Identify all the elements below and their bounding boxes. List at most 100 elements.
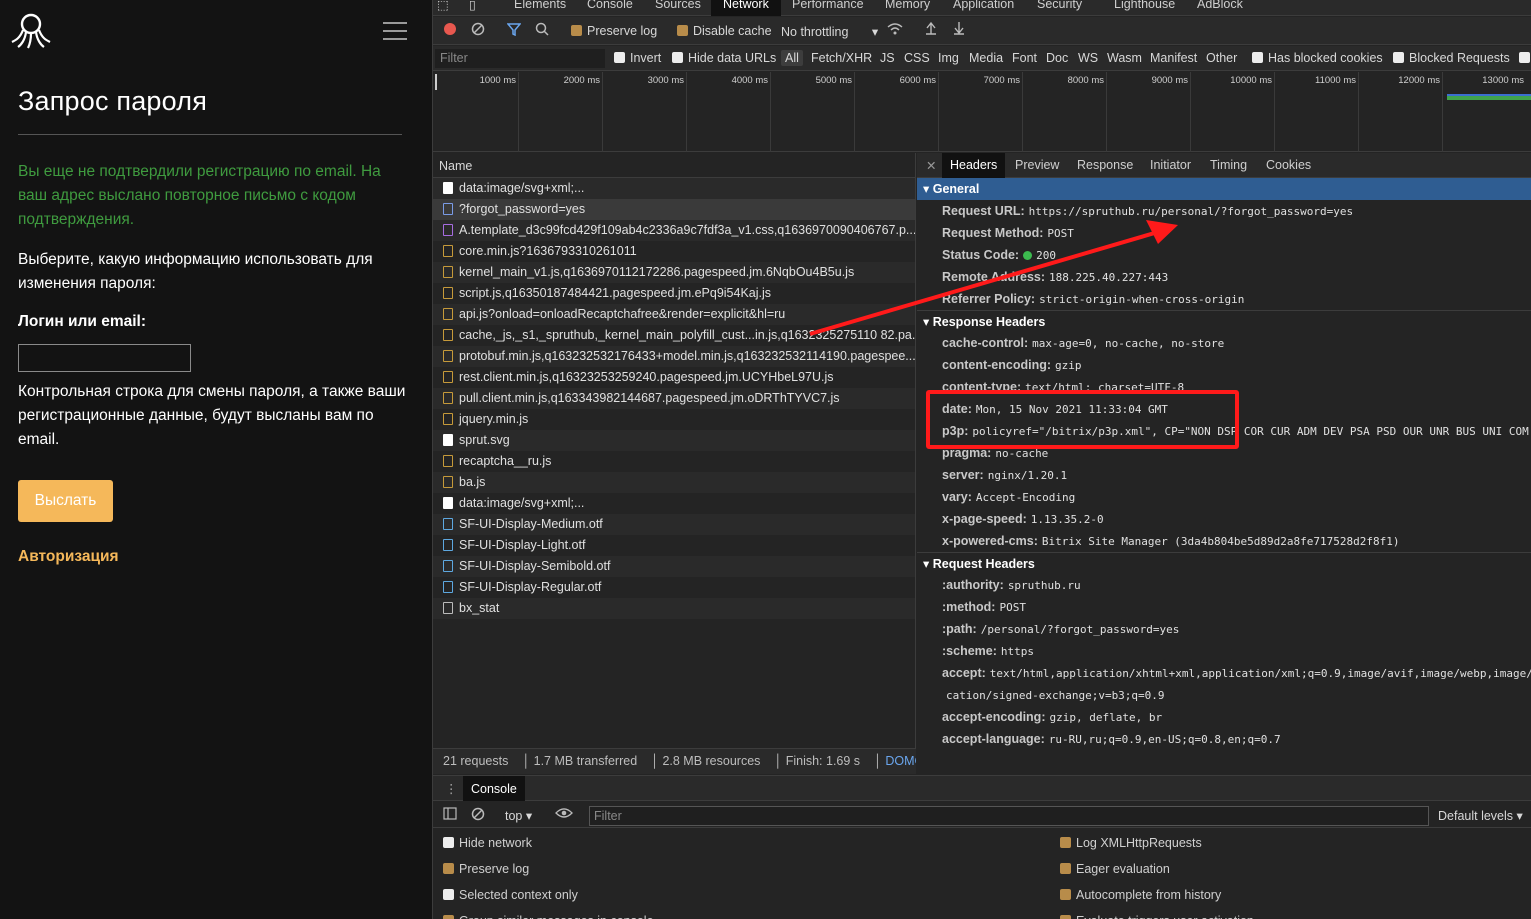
filter-type-all[interactable]: All bbox=[781, 50, 803, 66]
filter-type-doc[interactable]: Doc bbox=[1046, 51, 1068, 65]
tab-performance[interactable]: Performance bbox=[792, 0, 864, 16]
request-row[interactable]: cache,_js,_s1,_spruthub,_kernel_main_pol… bbox=[433, 325, 915, 346]
filter-type-fetch-xhr[interactable]: Fetch/XHR bbox=[811, 51, 872, 65]
console-setting-checkbox[interactable]: Hide network bbox=[443, 836, 532, 850]
search-icon[interactable] bbox=[535, 22, 549, 39]
network-overview-timeline[interactable]: 1000 ms 2000 ms 3000 ms 4000 ms 5000 ms … bbox=[433, 72, 1531, 152]
context-select[interactable]: top ▾ bbox=[505, 808, 532, 823]
tab-preview[interactable]: Preview bbox=[1015, 158, 1059, 172]
tab-network[interactable]: Network bbox=[711, 0, 781, 16]
request-row[interactable]: script.js,q16350187484421.pagespeed.jm.e… bbox=[433, 283, 915, 304]
export-har-icon[interactable] bbox=[953, 21, 965, 38]
filter-type-ws[interactable]: WS bbox=[1078, 51, 1098, 65]
console-setting-checkbox[interactable]: Evaluate triggers user activation bbox=[1060, 914, 1254, 919]
tab-console[interactable]: Console bbox=[587, 0, 633, 16]
request-row[interactable]: sprut.svg bbox=[433, 430, 915, 451]
filter-type-manifest[interactable]: Manifest bbox=[1150, 51, 1197, 65]
send-button[interactable]: Выслать bbox=[18, 480, 113, 522]
console-sidebar-icon[interactable] bbox=[443, 807, 457, 823]
tab-timing[interactable]: Timing bbox=[1210, 158, 1247, 172]
close-icon[interactable]: ✕ bbox=[926, 158, 936, 173]
console-setting-checkbox[interactable]: Selected context only bbox=[443, 888, 578, 902]
tab-application[interactable]: Application bbox=[953, 0, 1014, 16]
tab-security[interactable]: Security bbox=[1037, 0, 1082, 16]
request-row[interactable]: protobuf.min.js,q163232532176433+model.m… bbox=[433, 346, 915, 367]
request-row[interactable]: SF-UI-Display-Medium.otf bbox=[433, 514, 915, 535]
request-row[interactable]: data:image/svg+xml;... bbox=[433, 178, 915, 199]
blocked-requests-checkbox[interactable]: Blocked Requests bbox=[1393, 51, 1510, 65]
preserve-log-checkbox[interactable]: Preserve log bbox=[571, 24, 657, 38]
request-row[interactable]: A.template_d3c99fcd429f109ab4c2336a9c7fd… bbox=[433, 220, 915, 241]
response-headers-section-header[interactable]: ▾ Response Headers bbox=[917, 310, 1531, 332]
filter-type-media[interactable]: Media bbox=[969, 51, 1003, 65]
tab-elements[interactable]: Elements bbox=[514, 0, 566, 16]
hide-data-urls-checkbox[interactable]: Hide data URLs bbox=[672, 51, 776, 65]
tab-memory[interactable]: Memory bbox=[885, 0, 930, 16]
tab-initiator[interactable]: Initiator bbox=[1150, 158, 1191, 172]
hamburger-menu-icon[interactable] bbox=[383, 22, 407, 40]
name-column-header[interactable]: Name bbox=[433, 153, 915, 178]
console-clear-icon[interactable] bbox=[471, 807, 485, 824]
request-row[interactable]: rest.client.min.js,q16323253259240.pages… bbox=[433, 367, 915, 388]
request-row[interactable]: api.js?onload=onloadRecaptchafree&render… bbox=[433, 304, 915, 325]
import-har-icon[interactable] bbox=[925, 21, 937, 38]
octopus-logo-icon[interactable] bbox=[10, 12, 52, 50]
console-setting-checkbox[interactable]: Group similar messages in console bbox=[443, 914, 654, 919]
drawer-tab-console[interactable]: Console bbox=[463, 776, 525, 801]
header-key: accept: bbox=[942, 666, 986, 680]
request-row[interactable]: bx_stat bbox=[433, 598, 915, 619]
tab-headers[interactable]: Headers bbox=[942, 153, 1006, 178]
request-row[interactable]: recaptcha__ru.js bbox=[433, 451, 915, 472]
tab-lighthouse[interactable]: Lighthouse bbox=[1114, 0, 1175, 16]
tab-sources[interactable]: Sources bbox=[655, 0, 701, 16]
filter-type-wasm[interactable]: Wasm bbox=[1107, 51, 1142, 65]
tab-cookies[interactable]: Cookies bbox=[1266, 158, 1311, 172]
header-row: Request Method: POST bbox=[917, 222, 1531, 244]
filter-type-other[interactable]: Other bbox=[1206, 51, 1237, 65]
request-row[interactable]: SF-UI-Display-Light.otf bbox=[433, 535, 915, 556]
request-row[interactable]: SF-UI-Display-Semibold.otf bbox=[433, 556, 915, 577]
devtools-panel: ⬚ ▯ Elements Console Sources Network Per… bbox=[432, 0, 1531, 919]
third-party-checkbox[interactable] bbox=[1519, 51, 1531, 65]
filter-type-font[interactable]: Font bbox=[1012, 51, 1037, 65]
network-filter-input[interactable]: Filter bbox=[435, 49, 605, 68]
filter-type-js[interactable]: JS bbox=[880, 51, 895, 65]
inspect-icon[interactable]: ⬚ bbox=[437, 0, 449, 16]
request-row[interactable]: data:image/svg+xml;... bbox=[433, 493, 915, 514]
tab-adblock[interactable]: AdBlock bbox=[1197, 0, 1243, 16]
console-setting-checkbox[interactable]: Preserve log bbox=[443, 862, 529, 876]
disable-cache-checkbox[interactable]: Disable cache bbox=[677, 24, 772, 38]
console-setting-checkbox[interactable]: Autocomplete from history bbox=[1060, 888, 1221, 902]
request-row[interactable]: ?forgot_password=yes bbox=[433, 199, 915, 220]
clear-icon[interactable] bbox=[471, 22, 485, 39]
device-toolbar-icon[interactable]: ▯ bbox=[469, 0, 476, 16]
wifi-conditions-icon[interactable] bbox=[887, 22, 903, 39]
request-row[interactable]: pull.client.min.js,q163343982144687.page… bbox=[433, 388, 915, 409]
login-email-input[interactable] bbox=[18, 344, 191, 372]
filter-icon[interactable] bbox=[506, 22, 522, 39]
record-icon[interactable] bbox=[443, 22, 457, 39]
request-row[interactable]: jquery.min.js bbox=[433, 409, 915, 430]
request-headers-section-header[interactable]: ▾ Request Headers bbox=[917, 552, 1531, 574]
has-blocked-cookies-checkbox[interactable]: Has blocked cookies bbox=[1252, 51, 1383, 65]
filter-type-img[interactable]: Img bbox=[938, 51, 959, 65]
request-row[interactable]: core.min.js?1636793310261011 bbox=[433, 241, 915, 262]
login-label: Логин или email: bbox=[18, 313, 147, 330]
log-levels-select[interactable]: Default levels ▾ bbox=[1438, 808, 1523, 823]
tab-response[interactable]: Response bbox=[1077, 158, 1133, 172]
general-section-header[interactable]: ▾ General bbox=[917, 178, 1531, 200]
css-file-icon bbox=[443, 224, 453, 236]
request-row[interactable]: kernel_main_v1.js,q1636970112172286.page… bbox=[433, 262, 915, 283]
console-filter-input[interactable]: Filter bbox=[589, 806, 1429, 826]
authorization-link[interactable]: Авторизация bbox=[18, 548, 119, 566]
request-row[interactable]: SF-UI-Display-Regular.otf bbox=[433, 577, 915, 598]
console-setting-checkbox[interactable]: Log XMLHttpRequests bbox=[1060, 836, 1202, 850]
throttling-select[interactable]: No throttling ▾ bbox=[781, 24, 878, 39]
request-row[interactable]: ba.js bbox=[433, 472, 915, 493]
filter-type-css[interactable]: CSS bbox=[904, 51, 930, 65]
invert-checkbox[interactable]: Invert bbox=[614, 51, 661, 65]
drawer-menu-icon[interactable]: ⋮ bbox=[445, 781, 458, 796]
console-setting-checkbox[interactable]: Eager evaluation bbox=[1060, 862, 1170, 876]
header-key: vary: bbox=[942, 490, 972, 504]
eye-icon[interactable] bbox=[555, 807, 573, 822]
